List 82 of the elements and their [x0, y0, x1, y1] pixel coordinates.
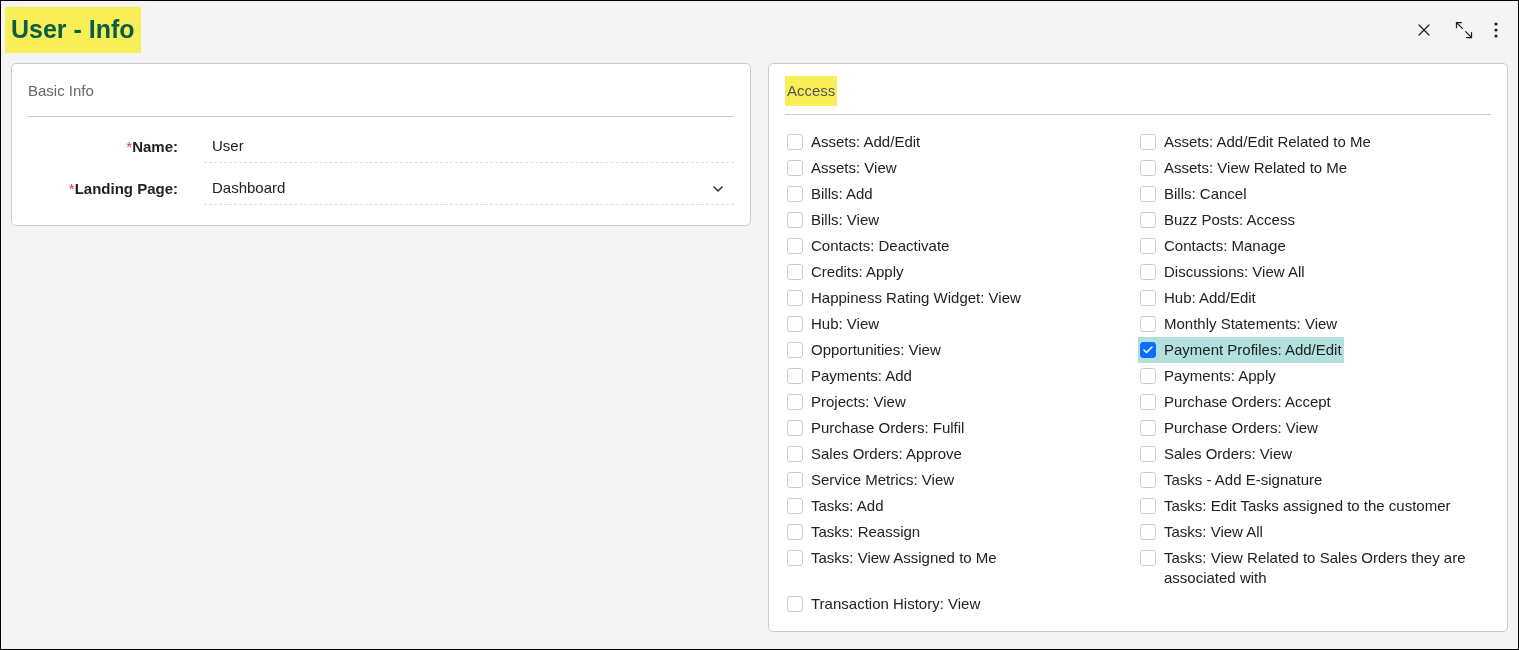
permission-checkbox[interactable]: Purchase Orders: Accept: [1138, 389, 1333, 415]
card-heading: Basic Info: [28, 79, 734, 117]
checkbox[interactable]: [787, 238, 803, 254]
checkbox[interactable]: [787, 550, 803, 566]
checkbox[interactable]: [1140, 134, 1156, 150]
page-title: User - Info: [5, 7, 141, 53]
permission-checkbox[interactable]: Payment Profiles: Add/Edit: [1138, 337, 1344, 363]
checkbox[interactable]: [787, 212, 803, 228]
permission-checkbox[interactable]: Transaction History: View: [785, 591, 983, 617]
checkbox[interactable]: [1140, 290, 1156, 306]
permission-checkbox[interactable]: Payments: Apply: [1138, 363, 1278, 389]
permission-checkbox[interactable]: Bills: Add: [785, 181, 875, 207]
permission-checkbox[interactable]: Sales Orders: View: [1138, 441, 1295, 467]
field-label: *Name:: [126, 136, 178, 157]
checkbox[interactable]: [1140, 524, 1156, 540]
checkbox[interactable]: [787, 342, 803, 358]
checkbox[interactable]: [1140, 394, 1156, 410]
checkbox[interactable]: [1140, 342, 1156, 358]
card-heading: Access: [785, 75, 838, 106]
select-field[interactable]: Dashboard: [204, 173, 734, 205]
checkbox[interactable]: [787, 472, 803, 488]
permission-checkbox[interactable]: Hub: Add/Edit: [1138, 285, 1258, 311]
checkbox[interactable]: [1140, 550, 1156, 566]
permission-checkbox[interactable]: Assets: View Related to Me: [1138, 155, 1350, 181]
permission-checkbox[interactable]: Bills: Cancel: [1138, 181, 1249, 207]
permission-checkbox[interactable]: Purchase Orders: Fulfil: [785, 415, 967, 441]
permission-checkbox[interactable]: Tasks: View Related to Sales Orders they are associated with: [1138, 545, 1486, 591]
permission-checkbox[interactable]: Contacts: Manage: [1138, 233, 1288, 259]
permission-checkbox[interactable]: Service Metrics: View: [785, 467, 957, 493]
permission-checkbox[interactable]: Payments: Add: [785, 363, 914, 389]
checkbox[interactable]: [1140, 316, 1156, 332]
permission-checkbox[interactable]: Tasks: Add: [785, 493, 886, 519]
checkbox[interactable]: [1140, 368, 1156, 384]
permission-checkbox[interactable]: Tasks - Add E-signature: [1138, 467, 1325, 493]
checkbox[interactable]: [1140, 498, 1156, 514]
checkbox[interactable]: [787, 160, 803, 176]
permission-checkbox[interactable]: Assets: Add/Edit: [785, 129, 923, 155]
checkbox[interactable]: [1140, 212, 1156, 228]
checkbox[interactable]: [787, 446, 803, 462]
checkbox[interactable]: [787, 498, 803, 514]
more-icon: [1494, 21, 1498, 38]
checkbox[interactable]: [1140, 446, 1156, 462]
checkbox[interactable]: [787, 524, 803, 540]
checkbox[interactable]: [787, 596, 803, 612]
checkbox[interactable]: [1140, 160, 1156, 176]
permission-checkbox[interactable]: Tasks: View All: [1138, 519, 1265, 545]
permission-checkbox[interactable]: Sales Orders: Approve: [785, 441, 964, 467]
permission-checkbox[interactable]: Tasks: Reassign: [785, 519, 923, 545]
checkbox[interactable]: [1140, 420, 1156, 436]
checkbox[interactable]: [787, 394, 803, 410]
check-icon: [1142, 344, 1154, 356]
checkbox[interactable]: [787, 264, 803, 280]
checkbox[interactable]: [787, 134, 803, 150]
permission-checkbox[interactable]: Monthly Statements: View: [1138, 311, 1340, 337]
field-label: *Landing Page:: [68, 178, 178, 199]
permission-checkbox[interactable]: Bills: View: [785, 207, 882, 233]
checkbox[interactable]: [787, 368, 803, 384]
permission-checkbox[interactable]: Contacts: Deactivate: [785, 233, 952, 259]
input-field[interactable]: User: [204, 131, 734, 163]
checkbox[interactable]: [1140, 264, 1156, 280]
permission-checkbox[interactable]: Buzz Posts: Access: [1138, 207, 1297, 233]
permission-checkbox[interactable]: Opportunities: View: [785, 337, 943, 363]
checkbox[interactable]: [1140, 472, 1156, 488]
permission-checkbox[interactable]: Tasks: View Assigned to Me: [785, 545, 999, 571]
permission-checkbox[interactable]: Happiness Rating Widget: View: [785, 285, 1023, 311]
checkbox[interactable]: [787, 290, 803, 306]
checkbox[interactable]: [787, 316, 803, 332]
checkbox[interactable]: [1140, 238, 1156, 254]
more-button[interactable]: [1494, 21, 1498, 38]
permission-checkbox[interactable]: Hub: View: [785, 311, 882, 337]
permission-checkbox[interactable]: Credits: Apply: [785, 259, 906, 285]
expand-icon: [1454, 19, 1474, 40]
permission-checkbox[interactable]: Assets: Add/Edit Related to Me: [1138, 129, 1373, 155]
checkbox[interactable]: [787, 420, 803, 436]
expand-button[interactable]: [1454, 19, 1474, 40]
permission-checkbox[interactable]: Purchase Orders: View: [1138, 415, 1320, 441]
permission-checkbox[interactable]: Tasks: Edit Tasks assigned to the customer: [1138, 493, 1453, 519]
permission-checkbox[interactable]: Assets: View: [785, 155, 899, 181]
checkbox[interactable]: [787, 186, 803, 202]
checkbox[interactable]: [1140, 186, 1156, 202]
permission-checkbox[interactable]: Discussions: View All: [1138, 259, 1307, 285]
permission-checkbox[interactable]: Projects: View: [785, 389, 908, 415]
